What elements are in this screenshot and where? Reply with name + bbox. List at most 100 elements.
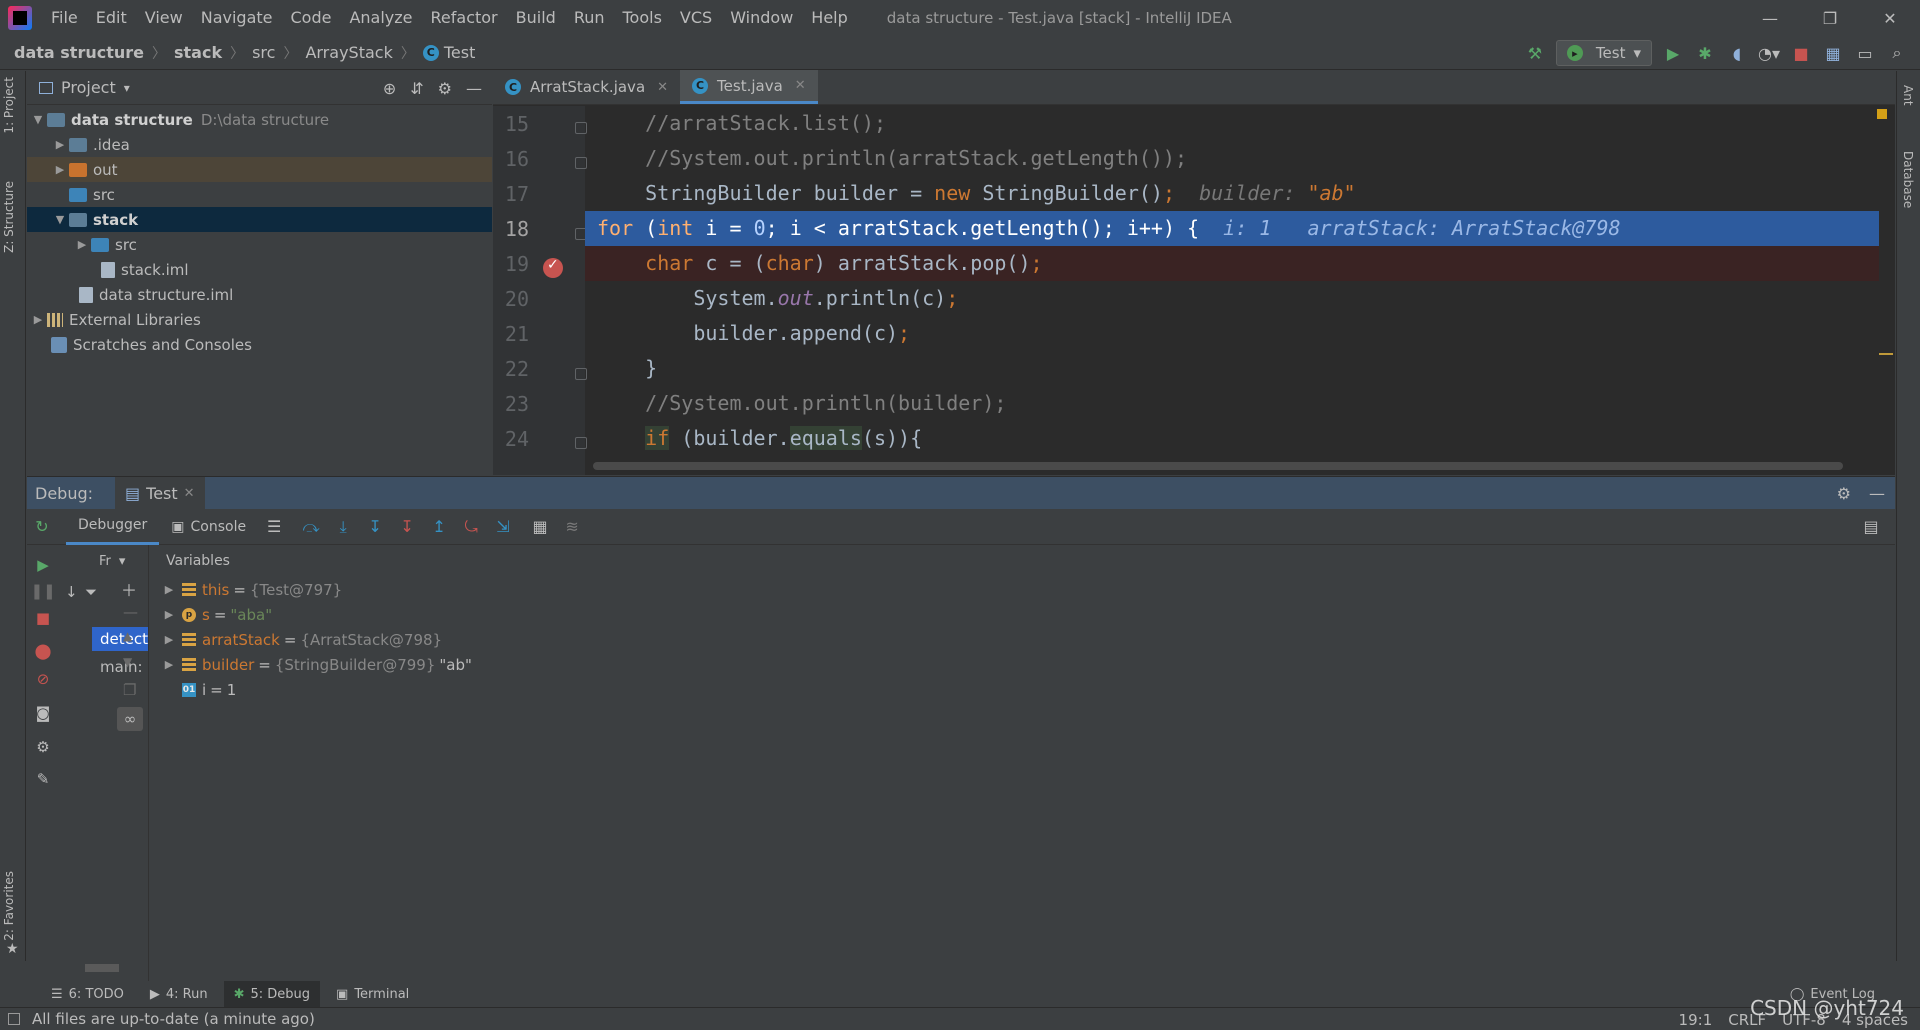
collapsed-arrow-icon[interactable]: ▶	[51, 163, 69, 176]
breadcrumb-class[interactable]: C Test	[422, 43, 475, 62]
frames-scrollbar[interactable]	[85, 964, 119, 972]
tab-test-java[interactable]: C Test.java ✕	[680, 70, 818, 104]
menu-build[interactable]: Build	[507, 0, 565, 36]
tab-debug[interactable]: ✱ 5: Debug	[223, 981, 321, 1007]
tab-console[interactable]: ▣ Console	[159, 509, 258, 545]
menu-view[interactable]: View	[136, 0, 192, 36]
run-to-cursor-icon[interactable]: ⇲	[492, 516, 514, 538]
menu-help[interactable]: Help	[802, 0, 856, 36]
stack-frame-item-selected[interactable]: detect	[92, 627, 148, 651]
gear-icon[interactable]: ⚙	[1837, 484, 1851, 503]
move-down-icon[interactable]: ▼	[123, 655, 132, 669]
horizontal-scrollbar[interactable]	[593, 462, 1843, 470]
database-tool-tab[interactable]: Database	[1901, 151, 1915, 208]
show-watches-icon[interactable]: ∞	[117, 707, 143, 731]
rerun-icon[interactable]: ↻	[31, 516, 53, 538]
stop-icon[interactable]: ■	[33, 608, 53, 628]
step-over-icon[interactable]: ⤓	[332, 516, 354, 538]
breadcrumb-package[interactable]: ArrayStack	[305, 43, 392, 62]
tree-item-stack-src[interactable]: ▶ src	[27, 232, 492, 257]
caret-position[interactable]: 19:1	[1679, 1011, 1713, 1029]
drop-frame-icon[interactable]: ⤿	[460, 516, 482, 538]
variable-row[interactable]: ▶ this = {Test@797}	[152, 577, 1892, 602]
view-breakpoints-icon[interactable]: ⬤	[33, 641, 53, 661]
collapsed-arrow-icon[interactable]: ▶	[160, 633, 178, 646]
force-step-into-icon[interactable]: ↧	[396, 516, 418, 538]
menu-code[interactable]: Code	[282, 0, 341, 36]
breadcrumb-module[interactable]: stack	[174, 43, 222, 62]
menu-navigate[interactable]: Navigate	[192, 0, 282, 36]
close-tab-icon[interactable]: ✕	[657, 80, 668, 95]
debug-session-tab[interactable]: ▤ Test ✕	[115, 477, 205, 509]
project-panel-title[interactable]: Project	[61, 78, 116, 97]
stop-icon[interactable]: ■	[1790, 42, 1812, 64]
gear-icon[interactable]: ⚙	[438, 79, 452, 98]
evaluate-expression-icon[interactable]: ▦	[529, 516, 551, 538]
mute-breakpoints-icon[interactable]: ⊘	[33, 669, 53, 689]
restore-layout-icon[interactable]: ▤	[1860, 516, 1882, 538]
error-stripe-marker[interactable]	[1879, 353, 1893, 355]
structure-tool-tab[interactable]: Z: Structure	[2, 181, 16, 253]
variable-row[interactable]: ▶ arratStack = {ArratStack@798}	[152, 627, 1892, 652]
code-text-area[interactable]: //arratStack.list(); //System.out.printl…	[585, 106, 1879, 461]
step-out-icon[interactable]: ↥	[428, 516, 450, 538]
tree-item-out[interactable]: ▶ out	[27, 157, 492, 182]
close-window-button[interactable]: ✕	[1860, 0, 1920, 36]
restore-button[interactable]: ❐	[1800, 0, 1860, 36]
tab-terminal[interactable]: ▣ Terminal	[326, 981, 419, 1007]
close-tab-icon[interactable]: ✕	[795, 78, 806, 93]
tree-item-idea[interactable]: ▶ .idea	[27, 132, 492, 157]
collapsed-arrow-icon[interactable]: ▶	[73, 238, 91, 251]
collapsed-arrow-icon[interactable]: ▶	[160, 583, 178, 596]
coverage-icon[interactable]: ◖	[1726, 42, 1748, 64]
hide-panel-icon[interactable]: —	[466, 79, 482, 98]
thread-selector[interactable]: Fr ▾	[59, 545, 148, 577]
resume-icon[interactable]: ▶	[33, 555, 53, 575]
menu-analyze[interactable]: Analyze	[340, 0, 421, 36]
collapsed-arrow-icon[interactable]: ▶	[29, 313, 47, 326]
pause-icon[interactable]: ❚❚	[30, 581, 55, 601]
menu-vcs[interactable]: VCS	[671, 0, 721, 36]
tab-todo[interactable]: ☰ 6: TODO	[41, 981, 134, 1007]
collapsed-arrow-icon[interactable]: ▶	[51, 138, 69, 151]
collapsed-arrow-icon[interactable]: ▶	[160, 658, 178, 671]
collapse-all-icon[interactable]: ⇵	[410, 79, 423, 98]
settings-icon[interactable]: ⚙	[33, 737, 53, 757]
tree-item-stack-iml[interactable]: stack.iml	[27, 257, 492, 282]
project-structure-icon[interactable]: ▦	[1822, 42, 1844, 64]
debug-bug-icon[interactable]: ✱	[1694, 42, 1716, 64]
close-session-icon[interactable]: ✕	[184, 486, 195, 501]
camera-icon[interactable]: ◙	[33, 703, 53, 723]
inspection-status-icon[interactable]	[1877, 109, 1887, 119]
menu-edit[interactable]: Edit	[87, 0, 136, 36]
variable-row[interactable]: ▶ builder = {StringBuilder@799} "ab"	[152, 652, 1892, 677]
tree-item-scratches[interactable]: Scratches and Consoles	[27, 332, 492, 357]
show-execution-point-icon[interactable]: ⤼	[300, 516, 322, 538]
pin-icon[interactable]: ✎	[33, 769, 53, 789]
presentation-mode-icon[interactable]: ▭	[1854, 42, 1876, 64]
tab-arratstack-java[interactable]: C ArratStack.java ✕	[493, 70, 680, 104]
variable-row[interactable]: 01 i = 1	[152, 677, 1892, 702]
search-everywhere-icon[interactable]: ⌕	[1886, 42, 1908, 64]
step-into-icon[interactable]: ↧	[364, 516, 386, 538]
chevron-down-icon[interactable]: ▾	[124, 81, 130, 95]
menu-refactor[interactable]: Refactor	[422, 0, 507, 36]
tree-item-src[interactable]: src	[27, 182, 492, 207]
menu-window[interactable]: Window	[721, 0, 802, 36]
variable-row[interactable]: ▶ p s = "aba"	[152, 602, 1892, 627]
expanded-arrow-icon[interactable]: ▼	[51, 213, 69, 226]
run-configuration-selector[interactable]: ▸ Test ▾	[1555, 40, 1652, 66]
favorites-tool-tab[interactable]: 2: Favorites	[2, 871, 16, 941]
expanded-arrow-icon[interactable]: ▼	[29, 113, 47, 126]
run-icon[interactable]: ▶	[1662, 42, 1684, 64]
breakpoint-icon[interactable]	[543, 257, 563, 278]
ant-tool-tab[interactable]: Ant	[1901, 85, 1915, 106]
tab-run[interactable]: ▶ 4: Run	[140, 981, 218, 1007]
hide-panel-icon[interactable]: —	[1869, 484, 1885, 503]
trace-stream-icon[interactable]: ≋	[561, 516, 583, 538]
minimize-button[interactable]: —	[1740, 0, 1800, 36]
collapsed-arrow-icon[interactable]: ▶	[160, 608, 178, 621]
layout-menu-icon[interactable]: ☰	[263, 516, 285, 538]
tab-debugger[interactable]: Debugger	[66, 509, 160, 545]
status-window-icon[interactable]	[8, 1013, 20, 1025]
